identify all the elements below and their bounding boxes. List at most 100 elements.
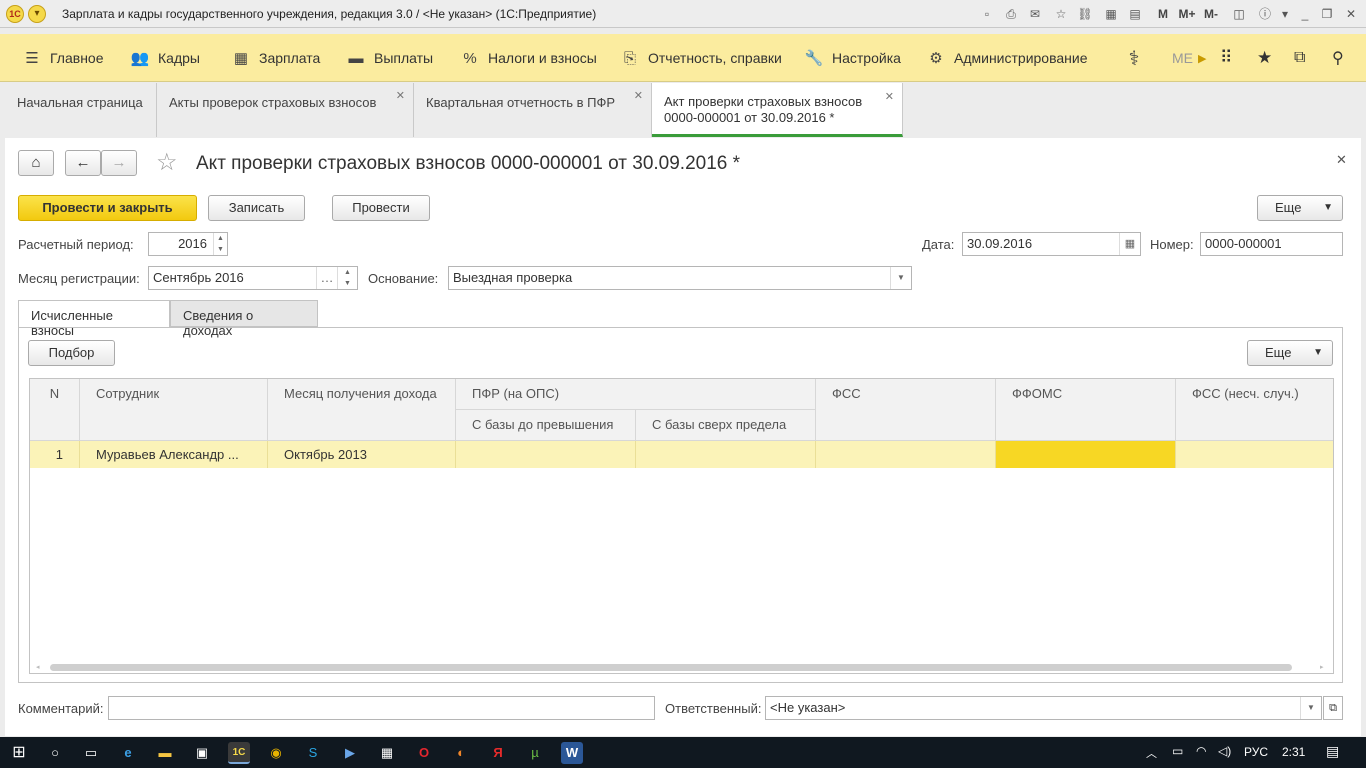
pick-button[interactable]: Подбор bbox=[28, 340, 115, 366]
panels-icon[interactable]: ◫ bbox=[1230, 5, 1248, 23]
section-settings[interactable]: 🔧 Настройка bbox=[804, 34, 901, 82]
contributions-table[interactable]: N Сотрудник Месяц получения дохода ПФР (… bbox=[29, 378, 1334, 674]
tab-pfr-quarterly[interactable]: Квартальная отчетность в ПФР ✕ bbox=[414, 83, 652, 137]
yandex-browser-icon[interactable]: Я bbox=[487, 742, 509, 764]
column-header-pfr-base[interactable]: С базы до превышения bbox=[456, 410, 636, 441]
close-window-icon[interactable]: ✕ bbox=[1342, 5, 1360, 23]
cell-income-month[interactable]: Октябрь 2013 bbox=[268, 441, 456, 468]
open-icon[interactable]: ⧉ bbox=[1323, 696, 1343, 720]
memory-minus-button[interactable]: M- bbox=[1200, 5, 1222, 23]
grid-apps-icon[interactable]: ⠿ bbox=[1220, 34, 1232, 82]
cell-fss-ns[interactable] bbox=[1176, 441, 1333, 468]
save-icon[interactable]: ▫ bbox=[978, 5, 996, 23]
calculator-icon[interactable]: ▦ bbox=[376, 742, 398, 764]
column-header-fss-ns[interactable]: ФСС (несч. случ.) bbox=[1176, 379, 1333, 441]
section-reports[interactable]: ⎘ Отчетность, справки bbox=[620, 34, 782, 82]
section-hr[interactable]: 👥 Кадры bbox=[130, 34, 200, 82]
calculator-icon[interactable]: ▦ bbox=[1102, 5, 1120, 23]
calendar-icon[interactable]: ▤ bbox=[1126, 5, 1144, 23]
print-icon[interactable]: ⎙ bbox=[1002, 5, 1020, 23]
close-tab-icon[interactable]: ✕ bbox=[634, 89, 643, 102]
more-button[interactable]: Еще ▼ bbox=[1257, 195, 1343, 221]
info-icon[interactable]: ⓘ bbox=[1256, 5, 1274, 23]
column-header-employee[interactable]: Сотрудник bbox=[80, 379, 268, 441]
section-main[interactable]: ☰ Главное bbox=[22, 34, 103, 82]
medical-icon[interactable]: ⚕ bbox=[1124, 34, 1144, 82]
post-button[interactable]: Провести bbox=[332, 195, 430, 221]
tab-current-act[interactable]: Акт проверки страховых взносов 0000-0000… bbox=[652, 83, 903, 137]
remote-desktop-icon[interactable]: ▶ bbox=[339, 742, 361, 764]
column-header-pfr-over[interactable]: С базы сверх предела bbox=[636, 410, 816, 441]
section-admin[interactable]: ⚙ Администрирование bbox=[926, 34, 1087, 82]
search-icon[interactable]: ○ bbox=[44, 742, 66, 764]
cell-pfr-over[interactable] bbox=[636, 441, 816, 468]
firefox-icon[interactable]: ◐ bbox=[450, 742, 472, 764]
period-stepper[interactable]: ▲ ▼ bbox=[213, 233, 227, 255]
column-header-income-month[interactable]: Месяц получения дохода bbox=[268, 379, 456, 441]
chevron-down-icon[interactable]: ▼ bbox=[890, 267, 911, 289]
store-icon[interactable]: ▣ bbox=[191, 742, 213, 764]
section-more-label[interactable]: МЕ bbox=[1172, 34, 1193, 82]
number-field[interactable]: 0000-000001 bbox=[1200, 232, 1343, 256]
tray-chevron-up-icon[interactable]: ︿ bbox=[1146, 745, 1157, 761]
cell-fss[interactable] bbox=[816, 441, 996, 468]
word-icon[interactable]: W bbox=[561, 742, 583, 764]
chrome-icon[interactable]: ◉ bbox=[265, 742, 287, 764]
wifi-icon[interactable]: ◠ bbox=[1196, 744, 1206, 758]
calendar-icon[interactable]: ▦ bbox=[1119, 233, 1140, 255]
battery-icon[interactable]: ▭ bbox=[1172, 744, 1183, 758]
basis-field[interactable]: Выездная проверка bbox=[448, 266, 912, 290]
save-button[interactable]: Записать bbox=[208, 195, 305, 221]
cell-employee[interactable]: Муравьев Александр ... bbox=[80, 441, 268, 468]
column-header-n[interactable]: N bbox=[30, 379, 80, 441]
post-and-close-button[interactable]: Провести и закрыть bbox=[18, 195, 197, 221]
close-tab-icon[interactable]: ✕ bbox=[396, 89, 405, 102]
windows-start-icon[interactable]: ⊞ bbox=[8, 742, 30, 764]
scroll-right-icon[interactable]: ▸ bbox=[1320, 663, 1326, 671]
main-menu-icon[interactable]: ▾ bbox=[28, 5, 46, 23]
minimize-icon[interactable]: _ bbox=[1296, 5, 1314, 23]
tab-calculated-contributions[interactable]: Исчисленные взносы bbox=[18, 300, 170, 338]
memory-plus-button[interactable]: M+ bbox=[1176, 5, 1198, 23]
close-form-icon[interactable]: ✕ bbox=[1336, 152, 1347, 168]
volume-icon[interactable]: ◁) bbox=[1218, 744, 1231, 758]
favorites-star-icon[interactable]: ★ bbox=[1257, 34, 1272, 82]
responsible-field[interactable]: <Не указан> bbox=[765, 696, 1322, 720]
grid-more-button[interactable]: Еще ▼ bbox=[1247, 340, 1333, 366]
favorites-add-icon[interactable]: ☆ bbox=[1052, 5, 1070, 23]
cell-ffoms[interactable] bbox=[996, 441, 1176, 468]
restore-icon[interactable]: ❐ bbox=[1318, 5, 1336, 23]
utorrent-icon[interactable]: µ bbox=[524, 742, 546, 764]
action-center-icon[interactable]: ▤ bbox=[1326, 743, 1339, 760]
chevron-down-icon[interactable]: ▾ bbox=[1276, 5, 1294, 23]
column-header-pfr[interactable]: ПФР (на ОПС) bbox=[456, 379, 816, 410]
column-header-ffoms[interactable]: ФФОМС bbox=[996, 379, 1176, 441]
cell-n[interactable]: 1 bbox=[30, 441, 80, 468]
opera-icon[interactable]: O bbox=[413, 742, 435, 764]
tab-home-page[interactable]: Начальная страница bbox=[5, 83, 157, 137]
mail-icon[interactable]: ✉ bbox=[1026, 5, 1044, 23]
history-icon[interactable]: ⧉ bbox=[1294, 34, 1305, 82]
language-indicator[interactable]: РУС bbox=[1244, 745, 1268, 759]
1c-app-icon[interactable]: 1C bbox=[228, 742, 250, 764]
home-button[interactable]: ⌂ bbox=[18, 150, 54, 176]
task-view-icon[interactable]: ▭ bbox=[80, 742, 102, 764]
section-taxes[interactable]: % Налоги и взносы bbox=[460, 34, 597, 82]
section-salary[interactable]: ▦ Зарплата bbox=[231, 34, 320, 82]
favorite-star-icon[interactable]: ☆ bbox=[156, 148, 178, 177]
cell-pfr-base[interactable] bbox=[456, 441, 636, 468]
comment-field[interactable] bbox=[108, 696, 655, 720]
month-select-button[interactable]: … bbox=[316, 267, 337, 289]
chevron-down-icon[interactable]: ▼ bbox=[1300, 697, 1321, 719]
month-stepper[interactable]: ▲ ▼ bbox=[337, 267, 357, 289]
tab-acts-list[interactable]: Акты проверок страховых взносов ✕ bbox=[157, 83, 414, 137]
horizontal-scrollbar[interactable] bbox=[50, 664, 1292, 671]
memory-m-button[interactable]: M bbox=[1154, 5, 1172, 23]
search-icon[interactable]: ⚲ bbox=[1332, 34, 1344, 82]
link-icon[interactable]: ⛓ bbox=[1076, 5, 1094, 23]
file-explorer-icon[interactable]: ▬ bbox=[154, 742, 176, 764]
column-header-fss[interactable]: ФСС bbox=[816, 379, 996, 441]
1c-logo-icon[interactable]: 1C bbox=[6, 5, 24, 23]
back-button[interactable]: ← bbox=[65, 150, 101, 176]
clock[interactable]: 2:31 bbox=[1282, 745, 1305, 759]
